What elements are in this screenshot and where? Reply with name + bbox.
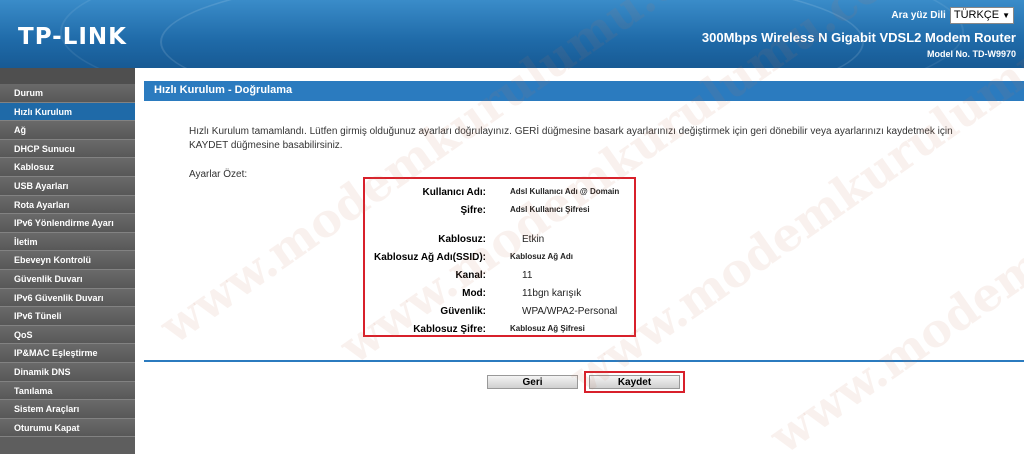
sidebar-item-quick-setup[interactable]: Hızlı Kurulum <box>0 102 135 122</box>
model-number: Model No. TD-W9970 <box>926 49 1016 59</box>
back-button[interactable]: Geri <box>487 375 578 389</box>
sidebar: Durum Hızlı Kurulum Ağ DHCP Sunucu Kablo… <box>0 68 135 454</box>
channel-value: 11 <box>522 270 533 281</box>
summary-row-ssid: Kablosuz Ağ Adı(SSID): Kablosuz Ağ Adı <box>365 252 634 266</box>
ssid-label: Kablosuz Ağ Adı(SSID): <box>373 252 486 263</box>
password-value: Adsl Kullanıcı Şifresi <box>510 205 590 214</box>
sidebar-item-parental-control[interactable]: Ebeveyn Kontrolü <box>0 251 135 270</box>
summary-row-wireless-password: Kablosuz Şifre: Kablosuz Ağ Şifresi <box>365 324 634 338</box>
language-selector: Ara yüz Dili TÜRKÇE ▼ <box>891 7 1014 24</box>
sidebar-item-network[interactable]: Ağ <box>0 121 135 140</box>
title-underline <box>144 99 1024 101</box>
sidebar-item-wireless[interactable]: Kablosuz <box>0 158 135 177</box>
sidebar-item-logout[interactable]: Oturumu Kapat <box>0 418 135 438</box>
mode-value: 11bgn karışık <box>522 288 582 299</box>
username-label: Kullanıcı Adı: <box>422 187 486 198</box>
summary-row-username: Kullanıcı Adı: Adsl Kullanıcı Adı @ Doma… <box>365 187 634 201</box>
username-value: Adsl Kullanıcı Adı @ Domain <box>510 187 620 196</box>
sidebar-item-ipv6-routing[interactable]: IPv6 Yönlendirme Ayarı <box>0 214 135 233</box>
language-value: TÜRKÇE <box>953 9 1000 21</box>
mode-label: Mod: <box>462 288 486 299</box>
header-banner: TP-LINK Ara yüz Dili TÜRKÇE ▼ 300Mbps Wi… <box>0 0 1024 68</box>
sidebar-item-diagnostics[interactable]: Tanılama <box>0 381 135 401</box>
summary-row-password: Şifre: Adsl Kullanıcı Şifresi <box>365 205 634 219</box>
sidebar-item-dhcp[interactable]: DHCP Sunucu <box>0 139 135 159</box>
summary-row-mode: Mod: 11bgn karışık <box>365 288 634 302</box>
button-divider <box>144 360 1024 362</box>
security-label: Güvenlik: <box>440 306 486 317</box>
wireless-value: Etkin <box>522 234 545 245</box>
main-content: Hızlı Kurulum - Doğrulama Hızlı Kurulum … <box>144 68 1024 454</box>
language-label: Ara yüz Dili <box>891 10 946 21</box>
save-button[interactable]: Kaydet <box>589 375 680 389</box>
security-value: WPA/WPA2-Personal <box>522 306 618 317</box>
settings-summary-box: Kullanıcı Adı: Adsl Kullanıcı Adı @ Doma… <box>363 177 636 337</box>
sidebar-item-forwarding[interactable]: İletim <box>0 232 135 252</box>
summary-row-channel: Kanal: 11 <box>365 270 634 284</box>
sidebar-item-firewall[interactable]: Güvenlik Duvarı <box>0 269 135 289</box>
sidebar-item-ip-mac-binding[interactable]: IP&MAC Eşleştirme <box>0 344 135 363</box>
chevron-down-icon: ▼ <box>1002 11 1010 20</box>
summary-row-wireless: Kablosuz: Etkin <box>365 234 634 248</box>
password-label: Şifre: <box>460 205 486 216</box>
language-dropdown[interactable]: TÜRKÇE ▼ <box>949 7 1014 24</box>
sidebar-item-qos[interactable]: QoS <box>0 325 135 345</box>
wireless-label: Kablosuz: <box>438 234 486 245</box>
wireless-password-label: Kablosuz Şifre: <box>413 324 486 335</box>
summary-row-security: Güvenlik: WPA/WPA2-Personal <box>365 306 634 320</box>
ssid-value: Kablosuz Ağ Adı <box>510 252 573 261</box>
sidebar-top-gap <box>0 68 135 84</box>
page-title: Hızlı Kurulum - Doğrulama <box>144 81 1024 99</box>
intro-text: Hızlı Kurulum tamamlandı. Lütfen girmiş … <box>189 126 953 151</box>
wireless-password-value: Kablosuz Ağ Şifresi <box>510 324 585 333</box>
sidebar-item-ipv6-firewall[interactable]: IPv6 Güvenlik Duvarı <box>0 288 135 308</box>
sidebar-item-durum[interactable]: Durum <box>0 84 135 103</box>
brand-logo: TP-LINK <box>18 24 127 50</box>
product-title: 300Mbps Wireless N Gigabit VDSL2 Modem R… <box>701 30 1016 45</box>
sidebar-item-system-tools[interactable]: Sistem Araçları <box>0 400 135 419</box>
sidebar-item-ddns[interactable]: Dinamik DNS <box>0 362 135 382</box>
summary-label: Ayarlar Özet: <box>189 169 248 180</box>
sidebar-item-ipv6-tunnel[interactable]: IPv6 Tüneli <box>0 307 135 326</box>
sidebar-item-usb[interactable]: USB Ayarları <box>0 176 135 196</box>
button-bar: Geri Kaydet <box>144 371 1024 393</box>
sidebar-item-routing[interactable]: Rota Ayarları <box>0 195 135 215</box>
channel-label: Kanal: <box>455 270 486 281</box>
